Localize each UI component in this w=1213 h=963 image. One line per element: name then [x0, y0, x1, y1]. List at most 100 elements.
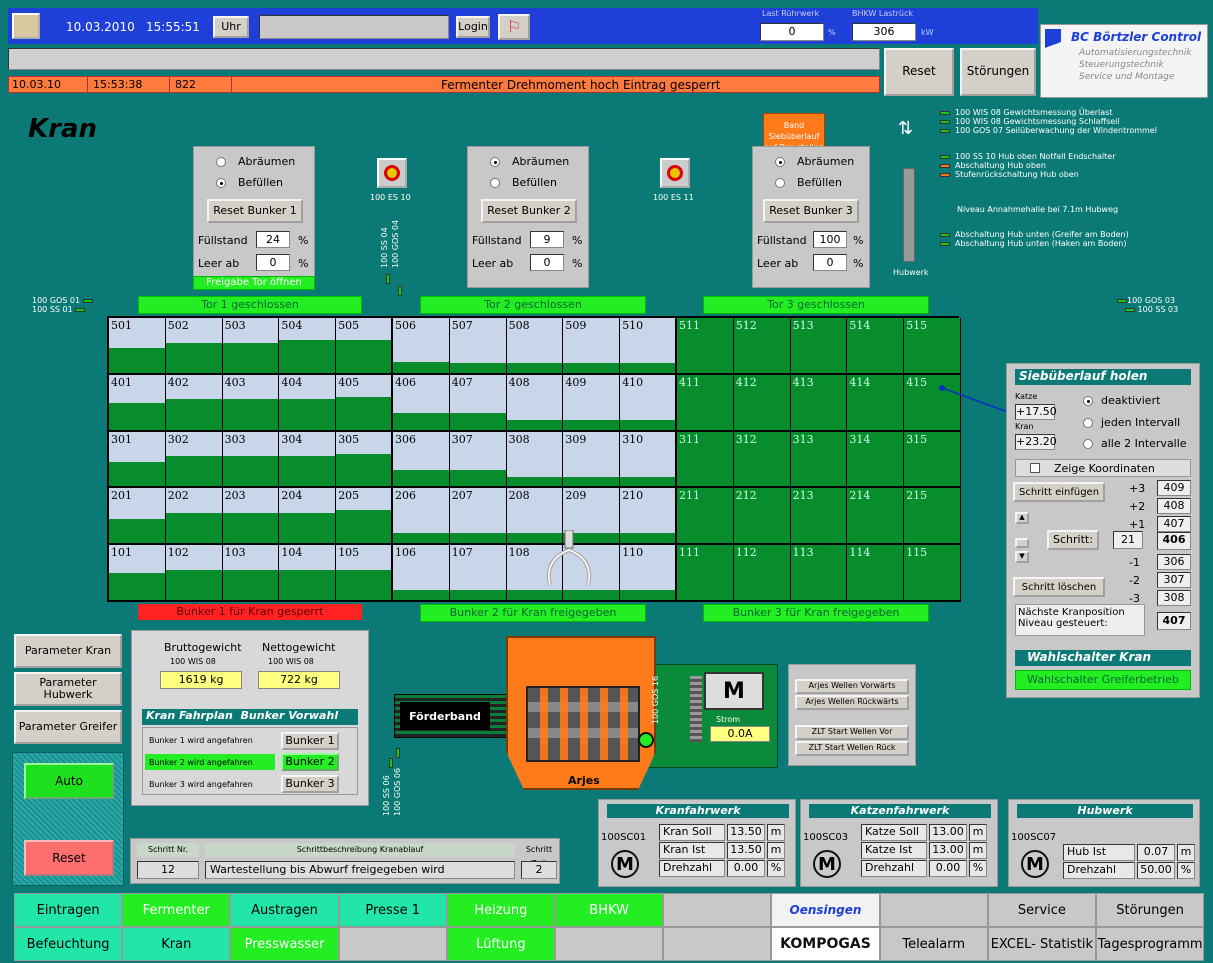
- bunker-cell[interactable]: 304: [279, 431, 337, 489]
- bunker-cell[interactable]: 308: [506, 431, 564, 489]
- show-coords-checkbox[interactable]: Zeige Koordinaten: [1015, 459, 1191, 477]
- bunker-1-select-button[interactable]: Bunker 1: [281, 732, 339, 750]
- bunker-cell[interactable]: 315: [904, 431, 961, 489]
- bunker-cell[interactable]: 215: [904, 488, 961, 546]
- bunker-cell[interactable]: 102: [165, 545, 223, 602]
- bunker-cell[interactable]: 402: [165, 374, 223, 432]
- bunker-cell[interactable]: 212: [733, 488, 791, 546]
- nav-störungen[interactable]: Störungen: [1096, 893, 1205, 927]
- nav-befeuchtung[interactable]: Befeuchtung: [14, 927, 123, 961]
- bunker-cell[interactable]: 103: [222, 545, 280, 602]
- bunker-cell[interactable]: 211: [677, 488, 734, 546]
- bunker-cell[interactable]: 502: [165, 318, 223, 375]
- bunker-cell[interactable]: 111: [677, 545, 734, 602]
- bunker-cell[interactable]: 314: [847, 431, 905, 489]
- bunker-2-opt-abraeumen[interactable]: Abräumen: [490, 155, 569, 168]
- bunker-cell[interactable]: 509: [563, 318, 621, 375]
- bunker-3-opt-befuellen[interactable]: Befüllen: [775, 176, 842, 189]
- bunker-cell[interactable]: 407: [449, 374, 507, 432]
- bunker-cell[interactable]: 114: [847, 545, 905, 602]
- zlt-backward-button[interactable]: ZLT Start Wellen Rück: [795, 741, 909, 756]
- param-greifer-button[interactable]: Parameter Greifer: [14, 710, 122, 744]
- bunker-cell[interactable]: 310: [620, 431, 677, 489]
- bunker-3-opt-abraeumen[interactable]: Abräumen: [775, 155, 854, 168]
- bunker-cell[interactable]: 206: [393, 488, 450, 546]
- bunker-cell[interactable]: 412: [733, 374, 791, 432]
- bunker-cell[interactable]: 510: [620, 318, 677, 375]
- bunker-cell[interactable]: 406: [393, 374, 450, 432]
- nav-lüftung[interactable]: Lüftung: [446, 927, 555, 961]
- nav-eintragen[interactable]: Eintragen: [14, 893, 123, 927]
- bunker-cell[interactable]: 403: [222, 374, 280, 432]
- bunker-1-opt-befuellen[interactable]: Befüllen: [216, 176, 283, 189]
- bunker-cell[interactable]: 213: [790, 488, 848, 546]
- param-kran-button[interactable]: Parameter Kran: [14, 634, 122, 668]
- reset-top-button[interactable]: Reset: [884, 48, 954, 96]
- bunker-cell[interactable]: 113: [790, 545, 848, 602]
- bunker-cell[interactable]: 409: [563, 374, 621, 432]
- bunker-cell[interactable]: 405: [336, 374, 393, 432]
- bunker-cell[interactable]: 508: [506, 318, 564, 375]
- bunker-cell[interactable]: 309: [563, 431, 621, 489]
- delete-step-button[interactable]: Schritt löschen: [1013, 577, 1105, 597]
- bunker-cell[interactable]: 107: [449, 545, 507, 602]
- nav-oensingen[interactable]: Oensingen: [771, 893, 880, 927]
- bunker-cell[interactable]: 303: [222, 431, 280, 489]
- nav-heizung[interactable]: Heizung: [446, 893, 555, 927]
- bunker-2-opt-befuellen[interactable]: Befüllen: [490, 176, 557, 189]
- bunker-cell[interactable]: 313: [790, 431, 848, 489]
- bunker-cell[interactable]: 408: [506, 374, 564, 432]
- band-siebueberlauf-button[interactable]: Band Siebüberlauf auf Box stellen: [763, 113, 825, 152]
- bunker-cell[interactable]: 214: [847, 488, 905, 546]
- clock-button[interactable]: Uhr: [213, 16, 249, 38]
- login-button[interactable]: Login: [456, 16, 490, 38]
- param-hubwerk-button[interactable]: Parameter Hubwerk: [14, 672, 122, 706]
- user-field[interactable]: [259, 15, 449, 39]
- opt-jeden-intervall[interactable]: jeden Intervall: [1083, 416, 1180, 429]
- reset-bunker-1-button[interactable]: Reset Bunker 1: [207, 199, 303, 223]
- bunker-cell[interactable]: 507: [449, 318, 507, 375]
- bunker-cell[interactable]: 506: [393, 318, 450, 375]
- opt-deaktiviert[interactable]: deaktiviert: [1083, 394, 1160, 407]
- insert-step-button[interactable]: Schritt einfügen: [1013, 482, 1105, 502]
- arjes-forward-button[interactable]: Arjes Wellen Vorwärts: [795, 679, 909, 694]
- emergency-stop-11-button[interactable]: [660, 158, 690, 188]
- bunker-cell[interactable]: 203: [222, 488, 280, 546]
- bunker-1-opt-abraeumen[interactable]: Abräumen: [216, 155, 295, 168]
- bunker-3-select-button[interactable]: Bunker 3: [281, 775, 339, 793]
- bunker-cell[interactable]: 207: [449, 488, 507, 546]
- app-icon[interactable]: [12, 13, 40, 39]
- bunker-cell[interactable]: 210: [620, 488, 677, 546]
- nav-kran[interactable]: Kran: [122, 927, 231, 961]
- bunker-cell[interactable]: 306: [393, 431, 450, 489]
- bunker-cell[interactable]: 401: [109, 374, 166, 432]
- bunker-cell[interactable]: 513: [790, 318, 848, 375]
- bunker-cell[interactable]: 411: [677, 374, 734, 432]
- bunker-cell[interactable]: 414: [847, 374, 905, 432]
- nav-empty[interactable]: [663, 927, 772, 961]
- faults-top-button[interactable]: Störungen: [960, 48, 1036, 96]
- auto-button[interactable]: Auto: [24, 763, 114, 799]
- bunker-cell[interactable]: 101: [109, 545, 166, 602]
- opt-alle-2-intervalle[interactable]: alle 2 Intervalle: [1083, 437, 1187, 450]
- nav-empty[interactable]: [555, 927, 664, 961]
- nav-excel-statistik[interactable]: EXCEL- Statistik: [987, 927, 1096, 961]
- bunker-cell[interactable]: 311: [677, 431, 734, 489]
- bunker-2-select-button[interactable]: Bunker 2: [281, 753, 339, 771]
- bunker-cell[interactable]: 201: [109, 488, 166, 546]
- bunker-cell[interactable]: 106: [393, 545, 450, 602]
- arjes-backward-button[interactable]: Arjes Wellen Rückwärts: [795, 695, 909, 710]
- bunker-cell[interactable]: 205: [336, 488, 393, 546]
- bunker-cell[interactable]: 302: [165, 431, 223, 489]
- nav-presswasser[interactable]: Presswasser: [230, 927, 339, 961]
- nav-empty[interactable]: [338, 927, 447, 961]
- folder-icon[interactable]: ⚐: [498, 14, 530, 40]
- bunker-cell[interactable]: 504: [279, 318, 337, 375]
- bunker-cell[interactable]: 511: [677, 318, 734, 375]
- reset-mode-button[interactable]: Reset: [24, 840, 114, 876]
- bunker-cell[interactable]: 404: [279, 374, 337, 432]
- bunker-cell[interactable]: 312: [733, 431, 791, 489]
- bunker-cell[interactable]: 115: [904, 545, 961, 602]
- bunker-cell[interactable]: 305: [336, 431, 393, 489]
- bunker-cell[interactable]: 501: [109, 318, 166, 375]
